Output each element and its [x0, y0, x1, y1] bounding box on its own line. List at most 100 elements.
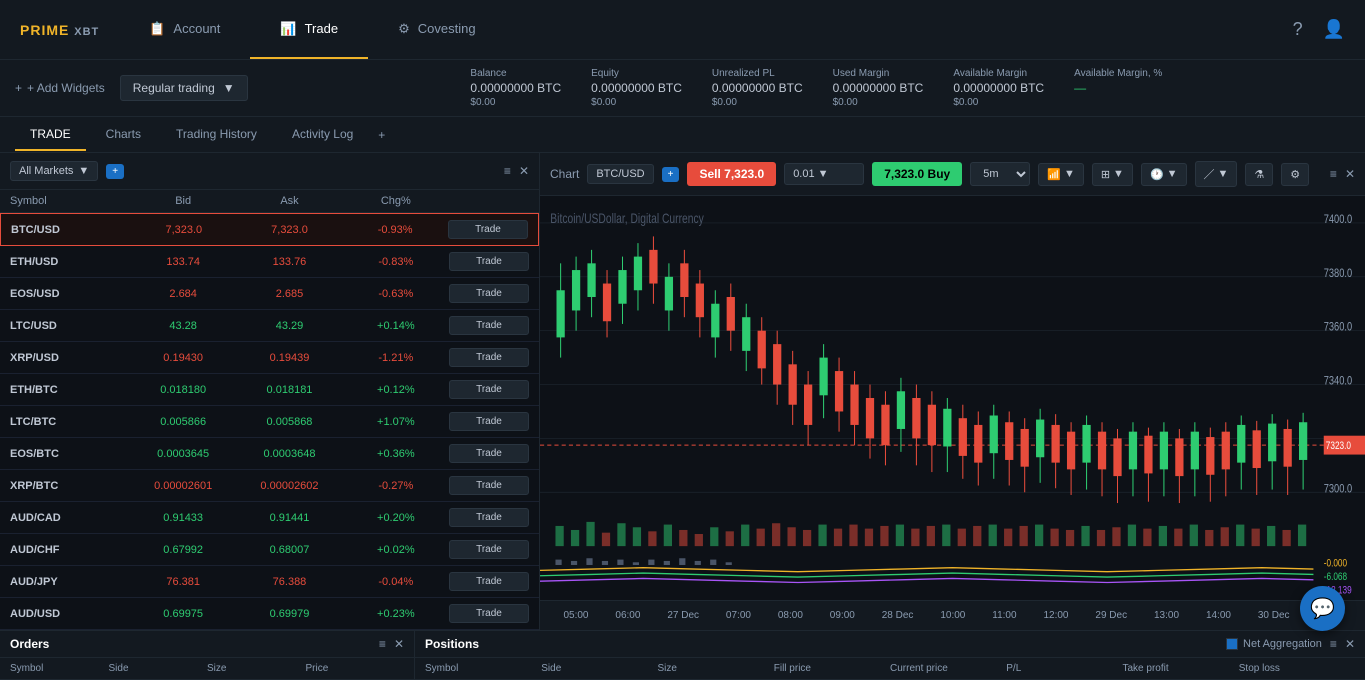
ask-cell: 133.76	[236, 256, 342, 268]
available-margin-pct-label: Available Margin, %	[1074, 68, 1162, 79]
balance-label: Balance	[470, 68, 561, 79]
market-row-EOS-USD[interactable]: EOS/USD 2.684 2.685 -0.63% Trade	[0, 278, 539, 310]
market-row-ETH-USD[interactable]: ETH/USD 133.74 133.76 -0.83% Trade	[0, 246, 539, 278]
trade-button[interactable]: Trade	[449, 380, 529, 399]
orders-col-price: Price	[306, 663, 405, 674]
trade-button[interactable]: Trade	[449, 412, 529, 431]
sell-button[interactable]: Sell 7,323.0	[687, 162, 776, 186]
trade-button[interactable]: Trade	[449, 540, 529, 559]
market-row-XRP-BTC[interactable]: XRP/BTC 0.00002601 0.00002602 -0.27% Tra…	[0, 470, 539, 502]
sub-tab-activity-log[interactable]: Activity Log	[277, 119, 368, 151]
trade-button[interactable]: Trade	[449, 508, 529, 527]
trade-button[interactable]: Trade	[449, 476, 529, 495]
quantity-input[interactable]: 0.01 ▼	[784, 163, 864, 185]
market-row-XRP-USD[interactable]: XRP/USD 0.19430 0.19439 -1.21% Trade	[0, 342, 539, 374]
net-aggregation-toggle[interactable]: Net Aggregation	[1226, 638, 1322, 650]
svg-text:-6.068: -6.068	[1324, 571, 1347, 583]
positions-col-side: Side	[541, 663, 657, 674]
header-right: ? 👤	[1293, 19, 1365, 40]
markets-panel-menu-icon[interactable]: ≡	[504, 164, 511, 178]
indicators-button[interactable]: 📶 ▼	[1038, 163, 1084, 186]
chg-cell: +0.23%	[343, 608, 449, 620]
trade-button[interactable]: Trade	[449, 284, 529, 303]
market-row-AUD-CHF[interactable]: AUD/CHF 0.67992 0.68007 +0.02% Trade	[0, 534, 539, 566]
equity-value: 0.00000000 BTC	[591, 81, 682, 95]
trade-button[interactable]: Trade	[449, 348, 529, 367]
ask-cell: 43.29	[236, 320, 342, 332]
bid-cell: 133.74	[130, 256, 236, 268]
chart-symbol-selector[interactable]: BTC/USD	[587, 164, 653, 184]
nav-account-label: Account	[173, 21, 220, 36]
account-icon: 📋	[149, 21, 165, 37]
flask-button[interactable]: ⚗	[1245, 163, 1273, 186]
timeframe-select[interactable]: 5m1m15m1h4h1d	[970, 162, 1030, 186]
quantity-value: 0.01	[793, 168, 814, 180]
buy-button[interactable]: 7,323.0 Buy	[872, 162, 962, 186]
trading-mode-select[interactable]: Regular trading ▼	[120, 75, 248, 101]
bid-cell: 0.69975	[130, 608, 236, 620]
positions-col-fill-price: Fill price	[774, 663, 890, 674]
markets-dropdown[interactable]: All Markets ▼	[10, 161, 98, 181]
settings-button[interactable]: ⚙	[1281, 163, 1309, 186]
time-label-1000: 10:00	[940, 610, 965, 621]
sub-tabs: TRADE Charts Trading History Activity Lo…	[0, 117, 1365, 153]
trade-button[interactable]: Trade	[448, 220, 528, 239]
market-row-LTC-USD[interactable]: LTC/USD 43.28 43.29 +0.14% Trade	[0, 310, 539, 342]
markets-panel-close-icon[interactable]: ✕	[519, 164, 529, 178]
positions-panel-menu-icon[interactable]: ≡	[1330, 637, 1337, 651]
chart-type-button[interactable]: ⊞ ▼	[1092, 163, 1133, 186]
equity-label: Equity	[591, 68, 682, 79]
chart-add-badge[interactable]: +	[662, 167, 680, 182]
trade-button[interactable]: Trade	[449, 316, 529, 335]
stat-available-margin-pct: Available Margin, % —	[1074, 68, 1162, 108]
nav-tab-covesting[interactable]: ⚙ Covesting	[368, 0, 505, 59]
market-row-ETH-BTC[interactable]: ETH/BTC 0.018180 0.018181 +0.12% Trade	[0, 374, 539, 406]
orders-title: Orders	[10, 637, 49, 651]
bid-cell: 0.018180	[130, 384, 236, 396]
markets-add-badge[interactable]: +	[106, 164, 124, 179]
svg-text:Bitcoin/USDollar, Digital Curr: Bitcoin/USDollar, Digital Currency	[550, 211, 703, 227]
market-row-LTC-BTC[interactable]: LTC/BTC 0.005866 0.005868 +1.07% Trade	[0, 406, 539, 438]
time-axis: 05:00 06:00 27 Dec 07:00 08:00 09:00 28 …	[540, 600, 1365, 630]
draw-line-icon: ／	[1204, 166, 1215, 182]
add-widgets-button[interactable]: + + Add Widgets	[15, 81, 105, 95]
chat-button[interactable]: 💬	[1300, 586, 1345, 631]
nav-tab-trade[interactable]: 📊 Trade	[250, 0, 368, 59]
toolbar: + + Add Widgets Regular trading ▼ Balanc…	[0, 60, 1365, 117]
sub-tab-charts[interactable]: Charts	[91, 119, 156, 151]
user-icon[interactable]: 👤	[1323, 19, 1345, 40]
chart-panel-close-icon[interactable]: ✕	[1345, 167, 1355, 181]
chart-panel-menu-icon[interactable]: ≡	[1330, 167, 1337, 181]
top-section: All Markets ▼ + ≡ ✕ Symbol Bid Ask Chg%	[0, 153, 1365, 630]
chart-title-label: Chart	[550, 167, 579, 181]
trade-button[interactable]: Trade	[449, 572, 529, 591]
market-row-EOS-BTC[interactable]: EOS/BTC 0.0003645 0.0003648 +0.36% Trade	[0, 438, 539, 470]
trade-button[interactable]: Trade	[449, 444, 529, 463]
nav-tab-account[interactable]: 📋 Account	[119, 0, 250, 59]
trade-button[interactable]: Trade	[449, 252, 529, 271]
add-tab-button[interactable]: +	[373, 123, 390, 147]
markets-table-header: Symbol Bid Ask Chg%	[0, 190, 539, 213]
sub-tab-trade[interactable]: TRADE	[15, 119, 86, 151]
markets-dropdown-arrow: ▼	[78, 165, 89, 177]
orders-table-header: Symbol Side Size Price	[0, 658, 414, 680]
sub-tab-trading-history[interactable]: Trading History	[161, 119, 272, 151]
clock-button[interactable]: 🕐 ▼	[1141, 163, 1187, 186]
orders-panel-menu-icon[interactable]: ≡	[379, 637, 386, 651]
available-margin-pct-value: —	[1074, 81, 1162, 95]
market-row-AUD-CAD[interactable]: AUD/CAD 0.91433 0.91441 +0.20% Trade	[0, 502, 539, 534]
market-row-AUD-USD[interactable]: AUD/USD 0.69975 0.69979 +0.23% Trade	[0, 598, 539, 630]
trade-button[interactable]: Trade	[449, 604, 529, 623]
market-row-BTC-USD[interactable]: BTC/USD 7,323.0 7,323.0 -0.93% Trade	[0, 213, 539, 246]
market-row-AUD-JPY[interactable]: AUD/JPY 76.381 76.388 -0.04% Trade	[0, 566, 539, 598]
chg-cell: +0.20%	[343, 512, 449, 524]
net-agg-checkbox[interactable]	[1226, 638, 1238, 650]
positions-col-stop-loss: Stop loss	[1239, 663, 1355, 674]
help-icon[interactable]: ?	[1293, 19, 1303, 40]
svg-text:7340.0: 7340.0	[1324, 374, 1352, 387]
positions-panel-close-icon[interactable]: ✕	[1345, 637, 1355, 651]
chart-symbol-value: BTC/USD	[596, 168, 644, 180]
orders-panel-close-icon[interactable]: ✕	[394, 637, 404, 651]
draw-line-button[interactable]: ／ ▼	[1195, 161, 1238, 187]
add-widgets-label: + Add Widgets	[27, 81, 105, 95]
